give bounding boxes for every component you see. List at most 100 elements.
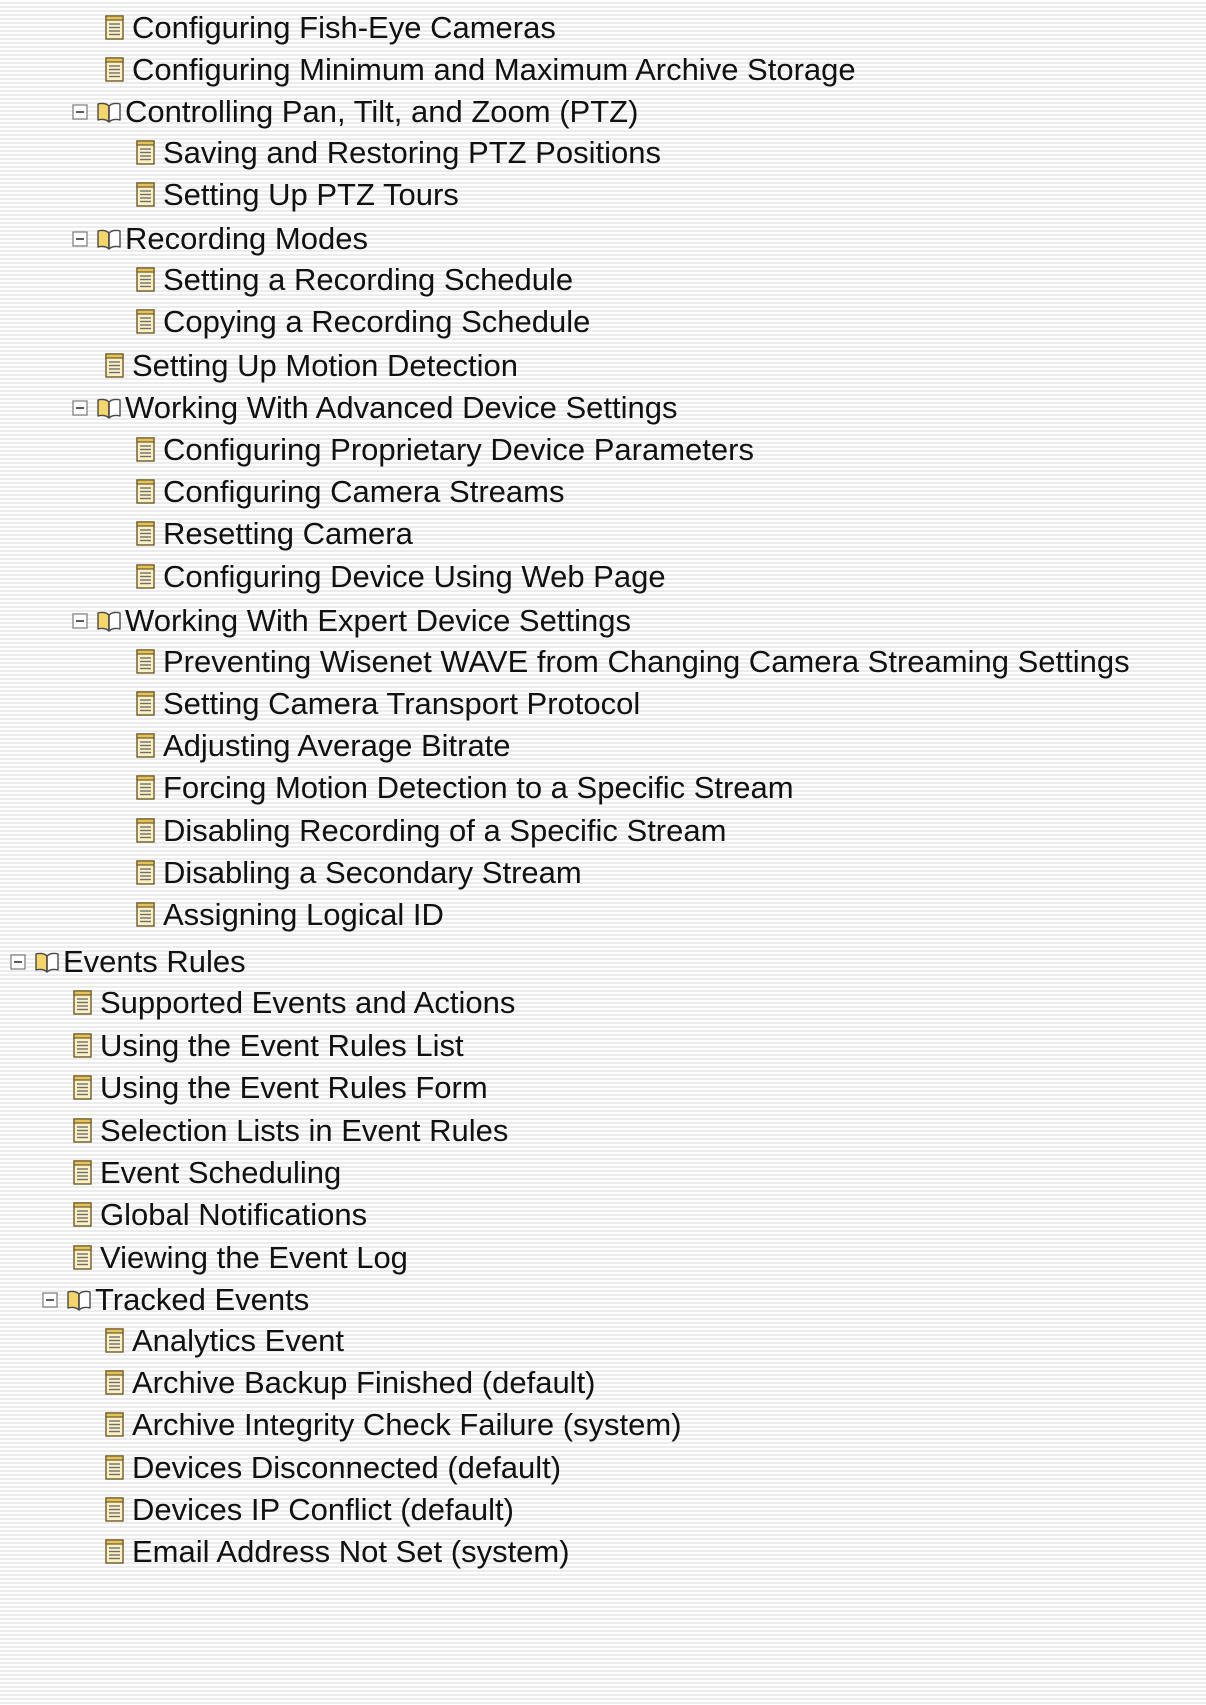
page-icon: [73, 1075, 92, 1100]
toc-page-item[interactable]: Email Address Not Set (system): [104, 1531, 570, 1573]
page-icon: [73, 1160, 92, 1185]
toc-item-label[interactable]: Adjusting Average Bitrate: [163, 725, 511, 767]
toc-page-item[interactable]: Setting a Recording Schedule: [135, 259, 573, 301]
page-icon: [105, 57, 124, 82]
open-book-icon: [97, 611, 121, 632]
page-icon: [136, 182, 155, 207]
toc-page-item[interactable]: Resetting Camera: [135, 513, 413, 555]
page-icon: [136, 860, 155, 885]
toc-page-item[interactable]: Devices IP Conflict (default): [104, 1489, 514, 1531]
toc-item-label[interactable]: Devices Disconnected (default): [132, 1447, 561, 1489]
toc-item-label[interactable]: Archive Backup Finished (default): [132, 1362, 596, 1404]
toc-page-item[interactable]: Configuring Minimum and Maximum Archive …: [104, 49, 856, 91]
toc-item-label[interactable]: Configuring Device Using Web Page: [163, 556, 666, 598]
toc-item-label[interactable]: Archive Integrity Check Failure (system): [132, 1404, 682, 1446]
toc-item-label[interactable]: Supported Events and Actions: [100, 982, 515, 1024]
toc-page-item[interactable]: Devices Disconnected (default): [104, 1447, 561, 1489]
toc-page-item[interactable]: Adjusting Average Bitrate: [135, 725, 511, 767]
page-icon: [136, 437, 155, 462]
toc-item-label[interactable]: Using the Event Rules Form: [100, 1067, 488, 1109]
toc-page-item[interactable]: Using the Event Rules List: [72, 1025, 464, 1067]
toc-item-label[interactable]: Events Rules: [63, 941, 246, 983]
toc-item-label[interactable]: Global Notifications: [100, 1194, 367, 1236]
collapse-minus-icon[interactable]: [72, 231, 88, 247]
toc-item-label[interactable]: Tracked Events: [95, 1279, 309, 1321]
toc-page-item[interactable]: Selection Lists in Event Rules: [72, 1110, 508, 1152]
toc-item-label[interactable]: Configuring Camera Streams: [163, 471, 564, 513]
toc-book-item[interactable]: Recording Modes: [72, 218, 368, 260]
collapse-minus-icon[interactable]: [72, 613, 88, 629]
toc-item-label[interactable]: Setting Up PTZ Tours: [163, 174, 459, 216]
toc-item-label[interactable]: Recording Modes: [125, 218, 368, 260]
toc-item-label[interactable]: Preventing Wisenet WAVE from Changing Ca…: [163, 641, 1130, 683]
toc-page-item[interactable]: Global Notifications: [72, 1194, 367, 1236]
toc-page-item[interactable]: Archive Backup Finished (default): [104, 1362, 596, 1404]
page-icon: [105, 1370, 124, 1395]
toc-page-item[interactable]: Disabling Recording of a Specific Stream: [135, 810, 726, 852]
toc-book-item[interactable]: Working With Advanced Device Settings: [72, 387, 678, 429]
toc-page-item[interactable]: Configuring Device Using Web Page: [135, 556, 666, 598]
open-book-icon: [67, 1290, 91, 1311]
toc-page-item[interactable]: Using the Event Rules Form: [72, 1067, 488, 1109]
toc-item-label[interactable]: Configuring Fish-Eye Cameras: [132, 7, 556, 49]
page-icon: [136, 267, 155, 292]
collapse-minus-icon[interactable]: [42, 1292, 58, 1308]
toc-item-label[interactable]: Devices IP Conflict (default): [132, 1489, 514, 1531]
toc-item-label[interactable]: Setting a Recording Schedule: [163, 259, 573, 301]
toc-book-item[interactable]: Tracked Events: [42, 1279, 309, 1321]
toc-item-label[interactable]: Analytics Event: [132, 1320, 344, 1362]
toc-item-label[interactable]: Copying a Recording Schedule: [163, 301, 590, 343]
page-icon: [73, 1245, 92, 1270]
toc-item-label[interactable]: Viewing the Event Log: [100, 1237, 408, 1279]
toc-item-label[interactable]: Resetting Camera: [163, 513, 413, 555]
toc-item-label[interactable]: Working With Expert Device Settings: [125, 600, 631, 642]
open-book-icon: [97, 102, 121, 123]
collapse-minus-icon[interactable]: [72, 104, 88, 120]
toc-page-item[interactable]: Forcing Motion Detection to a Specific S…: [135, 767, 794, 809]
toc-item-label[interactable]: Selection Lists in Event Rules: [100, 1110, 508, 1152]
page-icon: [136, 902, 155, 927]
toc-item-label[interactable]: Setting Camera Transport Protocol: [163, 683, 640, 725]
toc-page-item[interactable]: Configuring Camera Streams: [135, 471, 564, 513]
toc-book-item[interactable]: Events Rules: [10, 941, 246, 983]
toc-page-item[interactable]: Preventing Wisenet WAVE from Changing Ca…: [135, 641, 1130, 683]
toc-page-item[interactable]: Saving and Restoring PTZ Positions: [135, 132, 661, 174]
collapse-minus-icon[interactable]: [72, 400, 88, 416]
toc-item-label[interactable]: Email Address Not Set (system): [132, 1531, 570, 1573]
page-icon: [105, 1497, 124, 1522]
toc-item-label[interactable]: Configuring Minimum and Maximum Archive …: [132, 49, 856, 91]
toc-page-item[interactable]: Configuring Proprietary Device Parameter…: [135, 429, 754, 471]
toc-item-label[interactable]: Controlling Pan, Tilt, and Zoom (PTZ): [125, 91, 638, 133]
toc-item-label[interactable]: Setting Up Motion Detection: [132, 345, 518, 387]
toc-item-label[interactable]: Saving and Restoring PTZ Positions: [163, 132, 661, 174]
toc-page-item[interactable]: Disabling a Secondary Stream: [135, 852, 582, 894]
page-icon: [73, 1118, 92, 1143]
toc-page-item[interactable]: Supported Events and Actions: [72, 982, 515, 1024]
toc-page-item[interactable]: Configuring Fish-Eye Cameras: [104, 7, 556, 49]
toc-book-item[interactable]: Controlling Pan, Tilt, and Zoom (PTZ): [72, 91, 638, 133]
page-icon: [105, 1455, 124, 1480]
toc-page-item[interactable]: Viewing the Event Log: [72, 1237, 408, 1279]
toc-page-item[interactable]: Setting Up Motion Detection: [104, 345, 518, 387]
page-icon: [73, 1202, 92, 1227]
toc-page-item[interactable]: Archive Integrity Check Failure (system): [104, 1404, 682, 1446]
toc-page-item[interactable]: Setting Camera Transport Protocol: [135, 683, 640, 725]
page-icon: [73, 990, 92, 1015]
collapse-minus-icon[interactable]: [10, 954, 26, 970]
toc-page-item[interactable]: Assigning Logical ID: [135, 894, 444, 936]
toc-item-label[interactable]: Event Scheduling: [100, 1152, 341, 1194]
toc-page-item[interactable]: Analytics Event: [104, 1320, 344, 1362]
toc-item-label[interactable]: Configuring Proprietary Device Parameter…: [163, 429, 754, 471]
toc-page-item[interactable]: Copying a Recording Schedule: [135, 301, 590, 343]
page-icon: [136, 521, 155, 546]
toc-item-label[interactable]: Disabling a Secondary Stream: [163, 852, 582, 894]
toc-page-item[interactable]: Event Scheduling: [72, 1152, 341, 1194]
help-toc-tree: Configuring Fish-Eye Cameras Configuring …: [0, 0, 1206, 1705]
toc-item-label[interactable]: Working With Advanced Device Settings: [125, 387, 678, 429]
toc-item-label[interactable]: Forcing Motion Detection to a Specific S…: [163, 767, 794, 809]
toc-item-label[interactable]: Disabling Recording of a Specific Stream: [163, 810, 726, 852]
toc-item-label[interactable]: Using the Event Rules List: [100, 1025, 464, 1067]
toc-book-item[interactable]: Working With Expert Device Settings: [72, 600, 631, 642]
toc-item-label[interactable]: Assigning Logical ID: [163, 894, 444, 936]
toc-page-item[interactable]: Setting Up PTZ Tours: [135, 174, 459, 216]
